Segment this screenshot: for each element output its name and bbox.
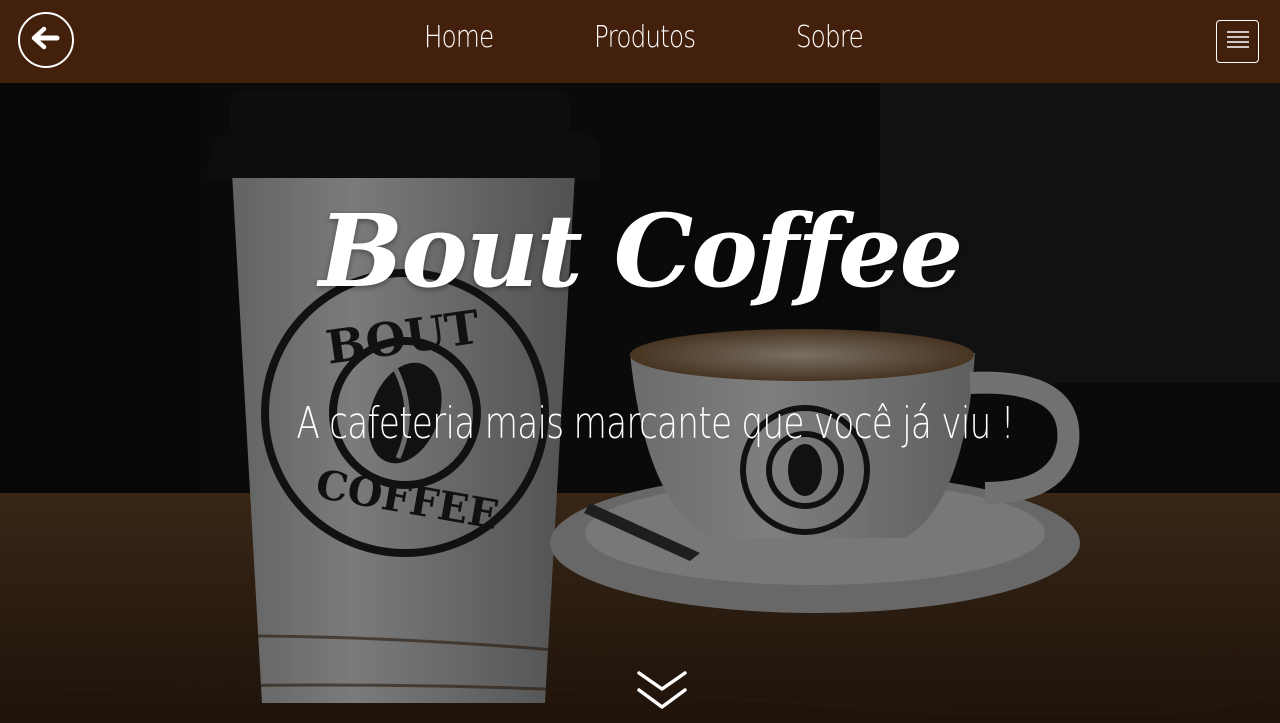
menu-button[interactable] — [1216, 20, 1259, 63]
page: Home Produtos Sobre BOUT COFFEE Bout Cof… — [0, 0, 1280, 723]
hero-section: BOUT COFFEE Bout Coffee A cafeteria mais… — [0, 83, 1280, 723]
scroll-down-button[interactable] — [636, 669, 688, 713]
nav-link-sobre[interactable]: Sobre — [796, 20, 864, 55]
nav-link-produtos[interactable]: Produtos — [594, 20, 696, 55]
nav-link-home[interactable]: Home — [424, 20, 494, 55]
double-chevron-down-icon — [636, 671, 688, 717]
nav-links: Home Produtos Sobre — [0, 0, 1280, 83]
hamburger-menu-icon — [1226, 29, 1250, 54]
top-navbar: Home Produtos Sobre — [0, 0, 1280, 83]
hero-subtitle: A cafeteria mais marcante que você já vi… — [296, 398, 1014, 449]
hero-title: Bout Coffee — [318, 192, 964, 310]
